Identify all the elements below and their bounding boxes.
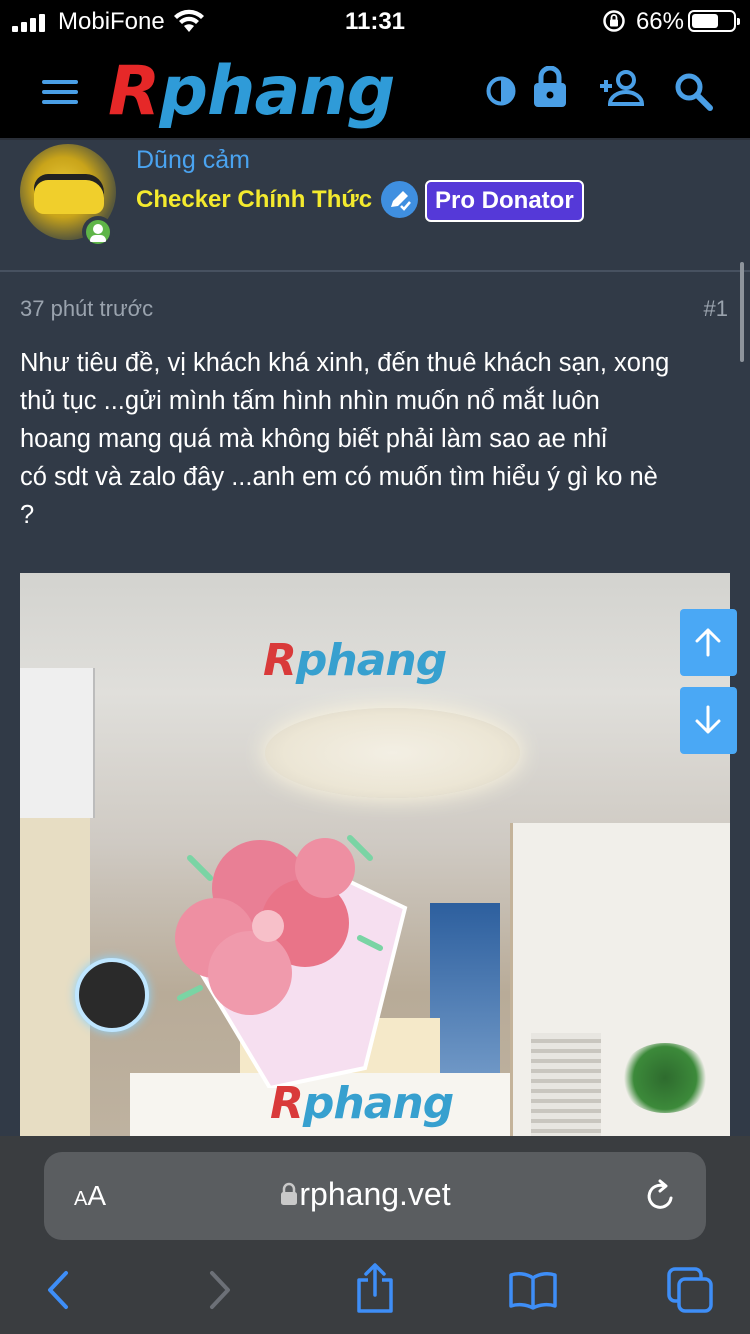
air-conditioner	[20, 668, 95, 818]
arrow-up-icon	[695, 628, 721, 657]
post-meta: 37 phút trước #1	[20, 296, 730, 322]
battery-percent: 66%	[635, 8, 684, 35]
theme-toggle-icon[interactable]	[486, 76, 516, 106]
site-logo[interactable]: Rphang	[108, 52, 395, 132]
add-user-icon[interactable]	[598, 70, 646, 106]
author-name[interactable]: Dũng cảm	[136, 146, 250, 175]
scroll-to-top-button[interactable]	[680, 609, 737, 676]
post-time[interactable]: 37 phút trước	[20, 296, 153, 321]
flower-bouquet-sticker	[175, 835, 408, 1088]
post-text-line: Như tiêu đề, vị khách khá xinh, đến thuê…	[20, 349, 670, 377]
post-author-card	[0, 140, 750, 272]
watermark-logo: Rphang	[263, 635, 447, 686]
wardrobe	[510, 823, 730, 1173]
post-text-line: thủ tục ...gửi mình tấm hình nhìn muốn n…	[20, 387, 600, 415]
bookmarks-icon[interactable]	[508, 1270, 558, 1310]
back-icon[interactable]	[44, 1270, 72, 1310]
reload-icon[interactable]	[644, 1178, 678, 1214]
post-text-line: có sdt và zalo đây ...anh em có muốn tìm…	[20, 463, 658, 491]
menu-icon[interactable]	[42, 80, 78, 104]
online-status-icon	[82, 216, 114, 248]
post-text-line: ?	[20, 501, 35, 529]
pro-donator-badge: Pro Donator	[425, 180, 584, 222]
battery-icon	[688, 10, 740, 32]
status-bar: MobiFone 11:31 66%	[0, 0, 750, 42]
page-scrollbar[interactable]	[740, 262, 744, 362]
url-text[interactable]: rphang.vet	[44, 1176, 706, 1213]
lock-icon[interactable]	[533, 66, 567, 108]
plant	[620, 1043, 710, 1113]
post-attachment-image[interactable]: Rphang Rphang	[20, 573, 730, 1173]
post-text-line: hoang mang quá mà không biết phải làm sa…	[20, 425, 607, 453]
verified-checker-icon	[381, 181, 418, 218]
scroll-to-bottom-button[interactable]	[680, 687, 737, 754]
post-body: Như tiêu đề, vị khách khá xinh, đến thuê…	[20, 344, 732, 534]
search-icon[interactable]	[674, 72, 714, 112]
address-bar[interactable]: AA rphang.vet	[44, 1152, 706, 1240]
arrow-down-icon	[695, 705, 721, 734]
post-number[interactable]: #1	[704, 296, 728, 322]
watermark-logo: Rphang	[270, 1078, 454, 1129]
site-header: Rphang	[0, 42, 750, 140]
author-title: Checker Chính Thức	[136, 186, 373, 213]
led-mirror	[75, 958, 149, 1032]
rotation-lock-icon	[603, 10, 625, 32]
share-icon[interactable]	[354, 1262, 396, 1314]
forward-icon[interactable]	[206, 1270, 234, 1310]
ceiling-light	[265, 708, 520, 798]
tabs-icon[interactable]	[666, 1266, 714, 1314]
